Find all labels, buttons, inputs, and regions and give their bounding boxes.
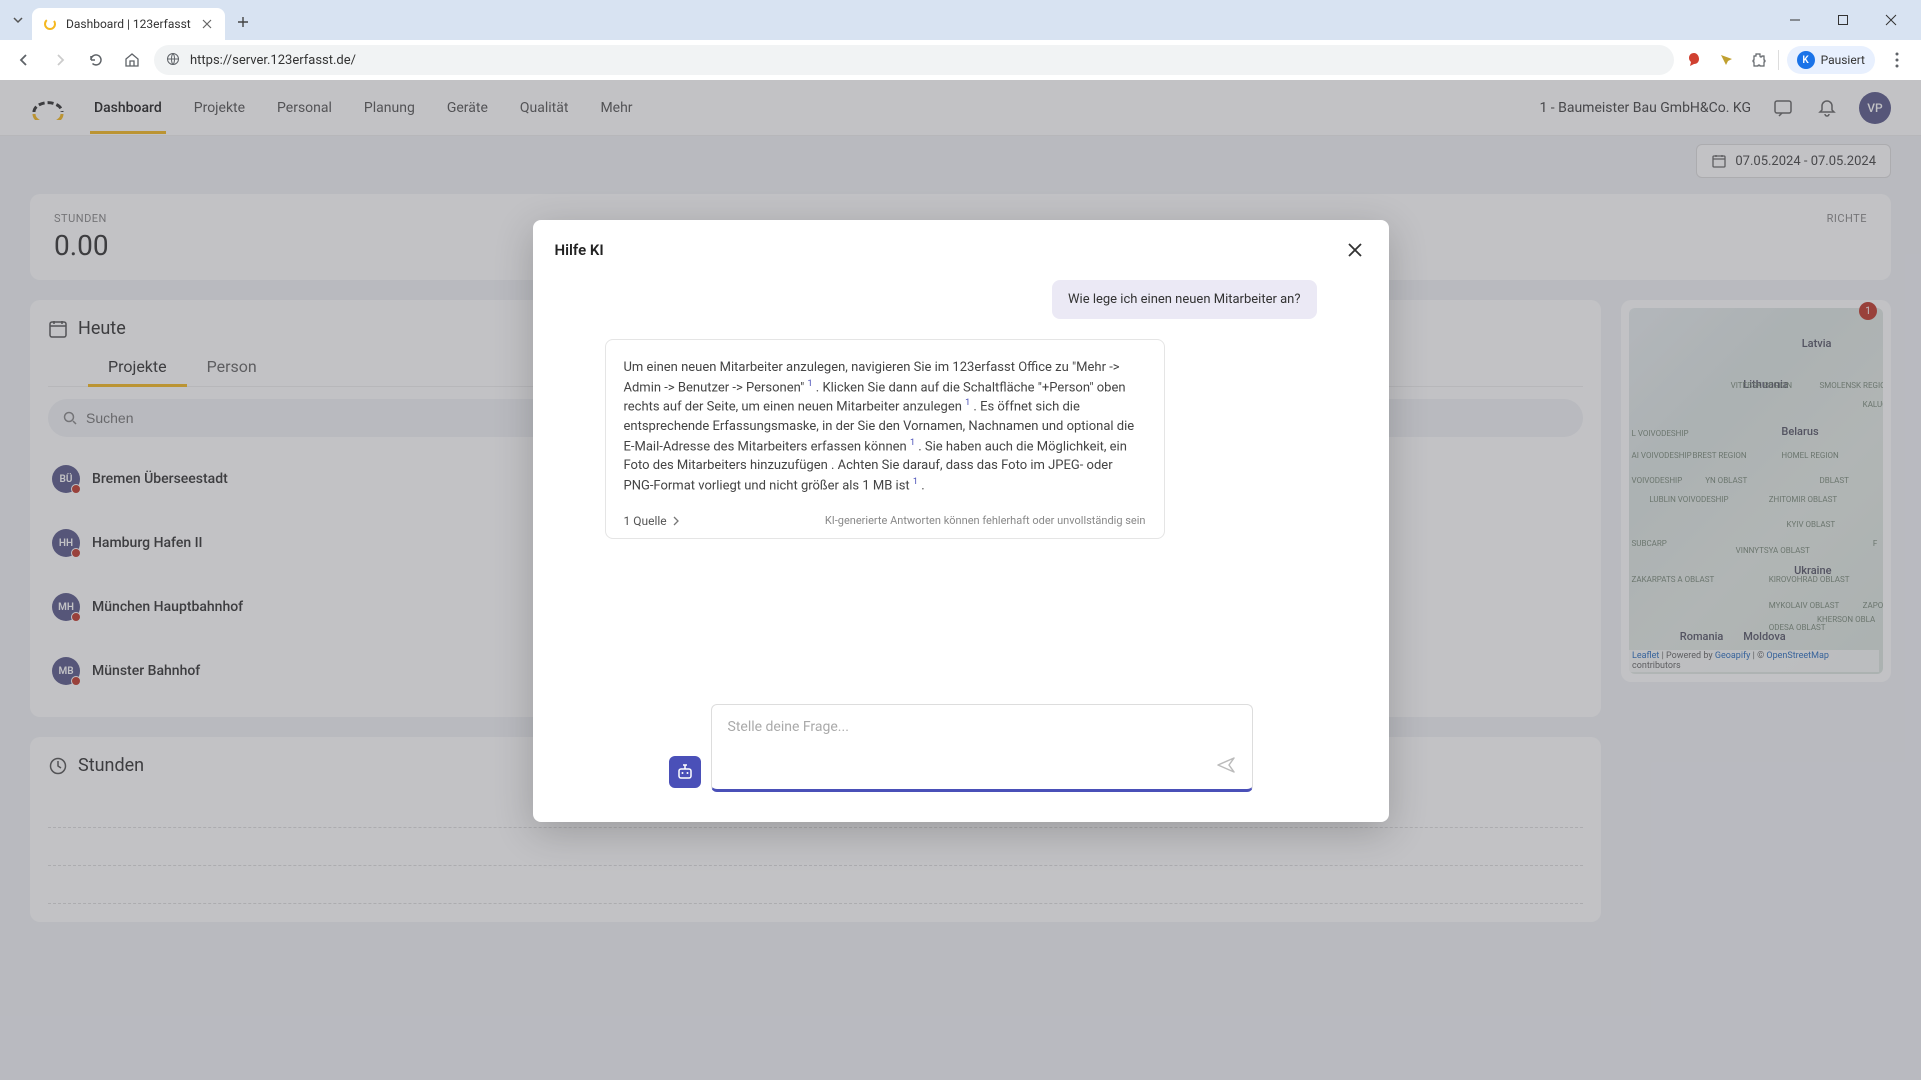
profile-status: Pausiert: [1821, 53, 1865, 67]
ai-response-card: Um einen neuen Mitarbeiter anzulegen, na…: [605, 339, 1165, 539]
profile-chip[interactable]: K Pausiert: [1787, 46, 1875, 74]
ai-response-text: Um einen neuen Mitarbeiter anzulegen, na…: [624, 358, 1146, 496]
browser-menu-button[interactable]: [1883, 46, 1911, 74]
tab-close-icon[interactable]: [199, 16, 215, 32]
tab-title: Dashboard | 123erfasst: [66, 17, 191, 31]
back-button[interactable]: [10, 46, 38, 74]
source-count-link[interactable]: 1 Quelle: [624, 514, 681, 528]
tab-favicon: [42, 16, 58, 32]
help-ai-modal: Hilfe KI Wie lege ich einen neuen Mitarb…: [533, 220, 1389, 822]
robot-button[interactable]: [669, 756, 701, 788]
send-icon[interactable]: [1214, 753, 1238, 777]
address-bar[interactable]: https://server.123erfasst.de/: [154, 45, 1674, 75]
modal-title: Hilfe KI: [555, 241, 604, 259]
url-text: https://server.123erfasst.de/: [190, 53, 356, 68]
browser-toolbar: https://server.123erfasst.de/ K Pausiert: [0, 40, 1921, 80]
browser-tab-active[interactable]: Dashboard | 123erfasst: [32, 8, 225, 40]
extension-icon-1[interactable]: [1682, 48, 1706, 72]
ai-disclaimer: KI-generierte Antworten können fehlerhaf…: [825, 514, 1146, 527]
question-textarea[interactable]: [728, 719, 1236, 751]
new-tab-button[interactable]: [229, 8, 257, 36]
browser-tab-strip: Dashboard | 123erfasst: [0, 0, 1921, 40]
window-maximize-button[interactable]: [1821, 4, 1865, 36]
window-minimize-button[interactable]: [1773, 4, 1817, 36]
forward-button[interactable]: [46, 46, 74, 74]
chevron-right-icon: [671, 516, 681, 526]
reload-button[interactable]: [82, 46, 110, 74]
user-message: Wie lege ich einen neuen Mitarbeiter an?: [1052, 280, 1316, 319]
tab-search-dropdown[interactable]: [8, 10, 28, 30]
extensions-button[interactable]: [1746, 48, 1770, 72]
question-input-box[interactable]: [711, 704, 1253, 792]
profile-avatar-icon: K: [1797, 51, 1815, 69]
window-close-button[interactable]: [1869, 4, 1913, 36]
close-icon[interactable]: [1343, 238, 1367, 262]
home-button[interactable]: [118, 46, 146, 74]
modal-overlay: Hilfe KI Wie lege ich einen neuen Mitarb…: [0, 80, 1921, 1080]
site-info-icon[interactable]: [166, 52, 182, 68]
extension-icon-2[interactable]: [1714, 48, 1738, 72]
